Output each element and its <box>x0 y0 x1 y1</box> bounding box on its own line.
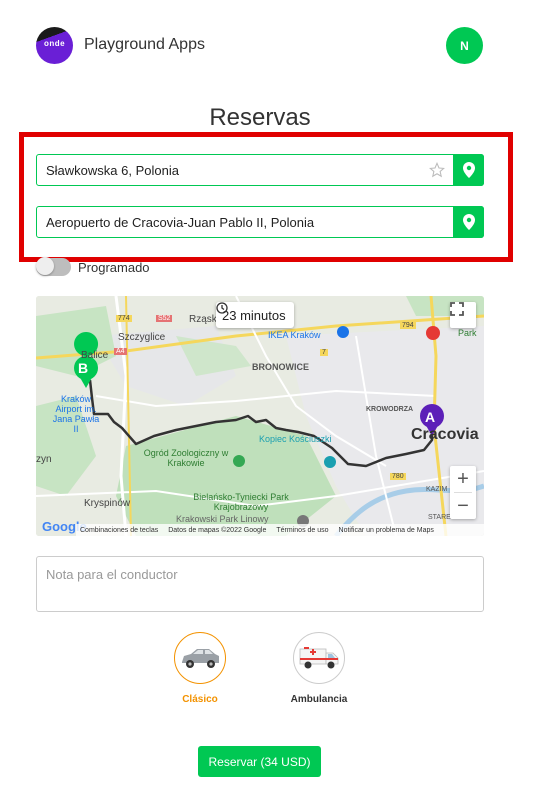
attribution-terms[interactable]: Términos de uso <box>276 527 328 534</box>
label-bronowice: BRONOWICE <box>252 362 309 372</box>
zoom-out-button[interactable]: − <box>450 493 476 519</box>
origin-pin-button[interactable] <box>453 154 484 186</box>
label-cracovia: Cracovia <box>411 426 479 443</box>
duration-chip: 23 minutos <box>216 302 294 328</box>
label-szczyglice: Szczyglice <box>118 332 166 343</box>
attribution-shortcuts[interactable]: Combinaciones de teclas <box>80 527 158 534</box>
driver-note-input[interactable] <box>36 556 484 612</box>
page-title: Reservas <box>209 104 311 131</box>
attribution-data: Datos de mapas ©2022 Google <box>168 526 267 534</box>
ambulance-icon <box>293 632 345 684</box>
map-attribution: Combinaciones de teclas Datos de mapas ©… <box>76 524 484 536</box>
road-774: 774 <box>116 315 132 322</box>
vehicle-clasico[interactable]: Clásico <box>160 632 240 705</box>
marker-a-label: A <box>425 409 436 425</box>
clock-icon <box>216 302 228 314</box>
app-name: Playground Apps <box>84 36 205 53</box>
label-kazim: KAZIM <box>426 486 448 493</box>
label-bielany: Bielańsko-Tyniecki Park Krajobrazowy <box>193 492 289 512</box>
label-zoo: Ogród Zoologiczny w Krakowie <box>143 448 229 468</box>
vehicle-clasico-label: Clásico <box>182 694 218 705</box>
route-map[interactable]: B A Rząsk Szczyglice Balice BRONOWICE IK… <box>36 296 484 536</box>
map-pin-icon <box>462 214 475 230</box>
highlight-box <box>19 132 513 262</box>
attribution-report[interactable]: Notificar un problema de Maps <box>339 527 434 534</box>
label-krzyn: zyn <box>36 454 52 465</box>
origin-input[interactable] <box>37 155 453 185</box>
label-rzask: Rząsk <box>189 314 217 325</box>
destination-input[interactable] <box>37 207 453 237</box>
scheduled-toggle[interactable] <box>36 257 71 276</box>
label-kopiec: Kopiec Kościuszki <box>259 434 332 444</box>
app-logo[interactable]: onde <box>36 27 73 64</box>
label-park: Park <box>458 328 477 338</box>
road-7: 7 <box>320 349 328 356</box>
label-balice: Balice <box>81 350 109 361</box>
user-avatar[interactable]: N <box>446 27 483 64</box>
label-park-linowy: Krakowski Park Linowy <box>176 514 269 524</box>
destination-field <box>36 206 484 238</box>
fullscreen-icon <box>450 302 464 316</box>
fullscreen-button[interactable] <box>450 302 476 328</box>
label-airport: Kraków Airport im. Jana Pawła II <box>52 394 100 434</box>
reserve-button[interactable]: Reservar (34 USD) <box>198 746 321 777</box>
road-a4: A4 <box>114 348 127 355</box>
scheduled-label: Programado <box>78 260 150 275</box>
map-pin-icon <box>462 162 475 178</box>
page: onde Playground Apps N Reservas Programa… <box>0 0 558 798</box>
label-kryspinow: Kryspinów <box>84 498 131 509</box>
marker-b-label: B <box>78 360 89 376</box>
road-780: 780 <box>390 473 406 480</box>
road-794: 794 <box>400 322 416 329</box>
road-s52: S52 <box>156 315 173 322</box>
label-ikea: IKEA Kraków <box>268 330 321 340</box>
duration-text: 23 minutos <box>222 307 286 323</box>
destination-pin-button[interactable] <box>453 206 484 238</box>
star-icon[interactable] <box>429 161 445 183</box>
vehicle-ambulancia[interactable]: Ambulancia <box>279 632 359 705</box>
zoom-in-button[interactable]: + <box>450 466 476 492</box>
origin-field <box>36 154 484 186</box>
label-krowodrza: KROWODRZA <box>366 406 414 413</box>
zoom-controls: + − <box>450 466 476 519</box>
car-icon <box>174 632 226 684</box>
vehicle-ambulancia-label: Ambulancia <box>290 694 348 705</box>
logo-text: onde <box>43 39 66 48</box>
label-stare: STARE <box>428 514 451 521</box>
